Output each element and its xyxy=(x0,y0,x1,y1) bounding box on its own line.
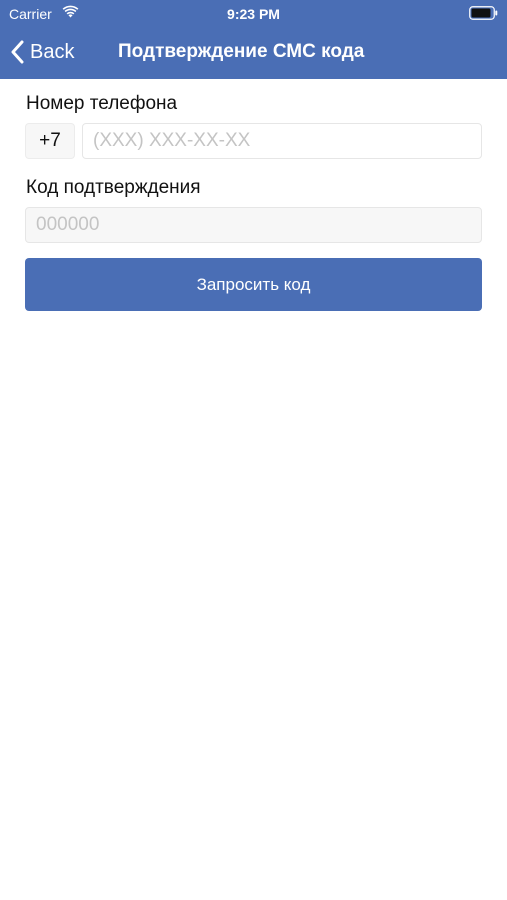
back-label: Back xyxy=(30,41,75,63)
status-time: 9:23 PM xyxy=(227,6,280,22)
phone-prefix: +7 xyxy=(25,123,75,159)
code-input[interactable] xyxy=(25,207,482,243)
code-label: Код подтверждения xyxy=(26,177,201,198)
chevron-left-icon xyxy=(11,40,24,64)
battery-icon xyxy=(469,6,498,20)
status-bar: Carrier 9:23 PM xyxy=(0,0,507,28)
back-button[interactable]: Back xyxy=(10,36,74,68)
request-code-button[interactable]: Запросить код xyxy=(25,258,482,311)
top-bar: Carrier 9:23 PM Back Подтверждение СМС к… xyxy=(0,0,507,79)
phone-input[interactable] xyxy=(82,123,482,159)
page-title: Подтверждение СМС кода xyxy=(118,41,365,62)
navigation-bar: Back Подтверждение СМС кода xyxy=(0,28,507,79)
phone-label: Номер телефона xyxy=(26,93,178,114)
